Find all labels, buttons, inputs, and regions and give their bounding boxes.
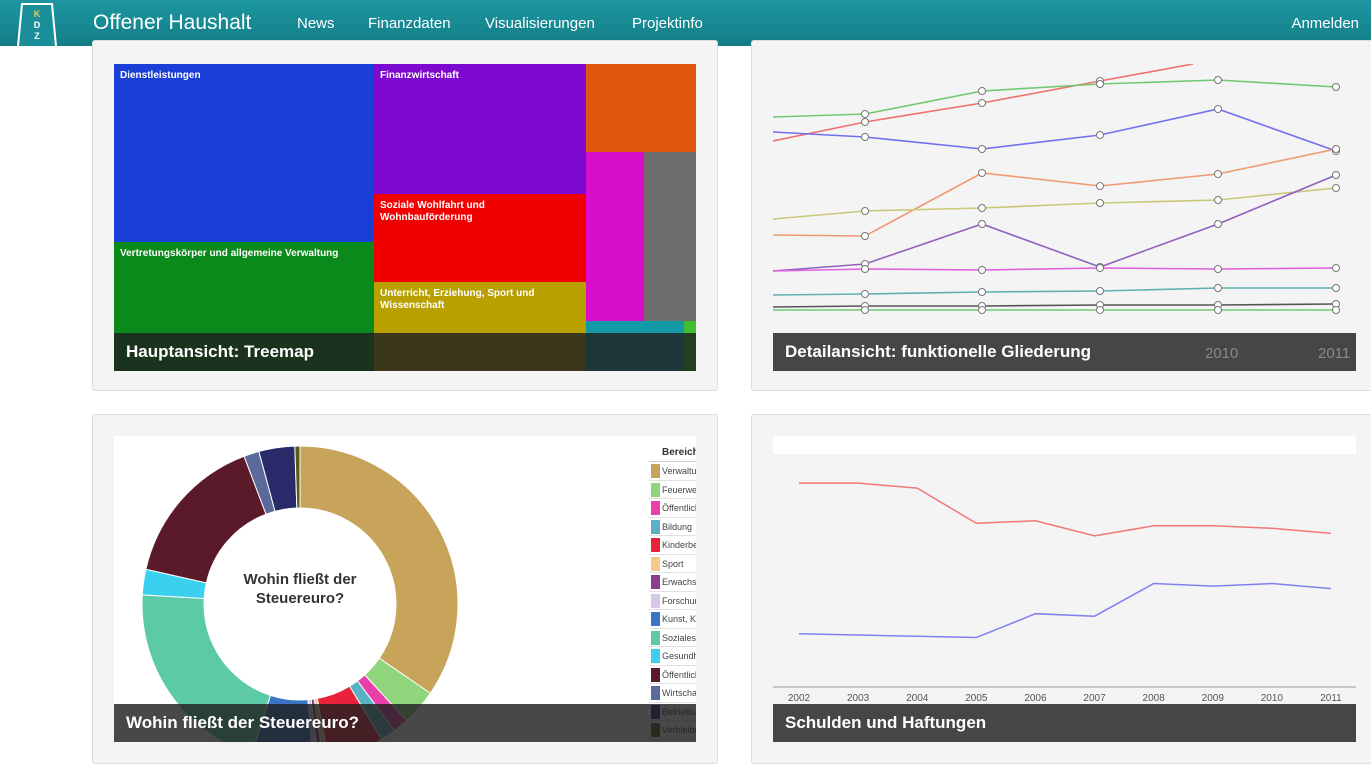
- legend-item[interactable]: Soziales: [649, 628, 696, 647]
- nav-link-news[interactable]: News: [297, 15, 335, 32]
- debt-x-tick: 2007: [1083, 693, 1106, 704]
- debt-thumbnail[interactable]: 2002 2003 2004 2005 2006 2007 2008 2009 2010 2011…: [773, 436, 1356, 742]
- legend-item[interactable]: Kinderbetreuung / Jugend: [649, 536, 696, 555]
- legend-swatch: [651, 575, 660, 589]
- detail-thumbnail[interactable]: Detailansicht: funktionelle Gliederung 2…: [773, 64, 1356, 371]
- legend-label: Kunst, Kultur und Kultus: [662, 614, 696, 624]
- legend-label: Wirtschaftsförderung: [662, 688, 696, 698]
- legend-item[interactable]: Forschung: [649, 591, 696, 610]
- legend-label: Sport: [662, 558, 684, 569]
- detail-line-pink: [773, 267, 1337, 272]
- legend-label: Soziales: [662, 632, 696, 643]
- kdz-logo[interactable]: K D Z: [12, 0, 58, 46]
- legend-item[interactable]: Öffentliche Ordnung und Sicher...: [649, 499, 696, 518]
- detail-line-green: [773, 79, 1337, 118]
- svg-text:D: D: [34, 20, 41, 30]
- legend-swatch: [651, 686, 660, 700]
- login-link[interactable]: Anmelden: [1291, 15, 1359, 32]
- detail-caption: Detailansicht: funktionelle Gliederung 2…: [773, 333, 1356, 371]
- nav-link-visualisierungen[interactable]: Visualisierungen: [485, 15, 595, 32]
- detail-x-tick: 2011: [1318, 345, 1351, 362]
- brand-title[interactable]: Offener Haushalt: [93, 11, 251, 35]
- legend-label: Kinderbetreuung / Jugend: [662, 540, 696, 550]
- legend-label: Öffentliche Ordnung und Sicher...: [662, 503, 696, 513]
- legend-label: Erwachsenenbildung: [662, 577, 696, 587]
- debt-line-chart: 2002 2003 2004 2005 2006 2007 2008 2009 2010 2011: [773, 482, 1356, 704]
- legend-swatch: [651, 667, 660, 682]
- donut-slice[interactable]: [145, 455, 267, 584]
- debt-x-tick: 2002: [788, 693, 811, 704]
- legend-label: Gesundheit: [662, 651, 696, 661]
- debt-x-tick: 2009: [1202, 693, 1225, 704]
- debt-x-tick: 2010: [1261, 693, 1284, 704]
- detail-card[interactable]: Detailansicht: funktionelle Gliederung 2…: [751, 40, 1371, 391]
- debt-card[interactable]: 2002 2003 2004 2005 2006 2007 2008 2009 2010 2011…: [751, 414, 1371, 764]
- nav-link-finanzdaten[interactable]: Finanzdaten: [368, 15, 451, 32]
- debt-x-tick: 2005: [965, 693, 988, 704]
- legend-swatch: [651, 649, 660, 663]
- detail-line-teal: [773, 287, 1336, 296]
- debt-x-tick: 2008: [1143, 693, 1166, 704]
- treemap-card[interactable]: Dienstleistungen Finanzwirtschaft Sozial…: [92, 40, 718, 391]
- debt-x-tick: 2003: [847, 693, 870, 704]
- detail-line-dark: [773, 303, 1337, 308]
- detail-caption-text: Detailansicht: funktionelle Gliederung: [785, 342, 1092, 361]
- legend-item[interactable]: Gesundheit: [649, 647, 696, 666]
- treemap-cell-orange: [586, 64, 696, 152]
- legend-label: Bildung: [662, 521, 693, 532]
- legend-swatch: [651, 630, 660, 645]
- svg-text:K: K: [34, 9, 41, 19]
- donut-card[interactable]: Wohin fließt der Steuereuro? Bereich Ver…: [92, 414, 718, 764]
- legend-swatch: [651, 519, 660, 534]
- svg-text:Z: Z: [34, 31, 40, 41]
- treemap-cell-soziale: Soziale Wohlfahrt und Wohnbauförderung: [374, 194, 586, 282]
- detail-line-olive: [773, 187, 1337, 220]
- legend-label: Öffentlicher Raum: [662, 669, 696, 680]
- legend-swatch: [651, 612, 660, 626]
- legend-swatch: [651, 593, 660, 608]
- legend-item[interactable]: Sport: [649, 554, 696, 573]
- detail-line-chart: [773, 64, 1340, 314]
- legend-item[interactable]: Verwaltung / Politik: [649, 462, 696, 481]
- legend-swatch: [651, 482, 660, 497]
- donut-caption: Wohin fließt der Steuereuro?: [114, 704, 696, 742]
- debt-line-haftungen: [798, 582, 1332, 639]
- legend-item[interactable]: Erwachsenenbildung: [649, 573, 696, 592]
- donut-legend: Bereich Verwaltung / Politik Feuerwehrwes…: [649, 444, 696, 740]
- donut-center-text: Wohin fließt der Steuereuro?: [243, 571, 357, 607]
- debt-x-tick: 2006: [1024, 693, 1047, 704]
- treemap-cell-dienstleistungen: Dienstleistungen: [114, 64, 374, 242]
- legend-swatch: [651, 501, 660, 515]
- detail-line-purple: [773, 174, 1337, 272]
- legend-swatch: [651, 538, 660, 552]
- debt-x-tick: 2004: [906, 693, 929, 704]
- treemap-thumbnail[interactable]: Dienstleistungen Finanzwirtschaft Sozial…: [114, 64, 696, 371]
- treemap-cell-gray: [644, 152, 696, 321]
- legend-item[interactable]: Öffentlicher Raum: [649, 665, 696, 684]
- legend-swatch: [651, 556, 660, 571]
- legend-swatch: [651, 464, 660, 478]
- nav-link-projektinfo[interactable]: Projektinfo: [632, 15, 703, 32]
- detail-x-tick: 2010: [1205, 345, 1239, 362]
- legend-label: Feuerwehrwesen: [662, 484, 696, 495]
- legend-item[interactable]: Kunst, Kultur und Kultus: [649, 610, 696, 629]
- detail-line-blue: [773, 108, 1337, 152]
- legend-label: Forschung: [662, 595, 696, 606]
- debt-x-tick: 2011: [1320, 693, 1342, 704]
- legend-item[interactable]: Wirtschaftsförderung: [649, 684, 696, 703]
- legend-item[interactable]: Feuerwehrwesen: [649, 480, 696, 499]
- legend-title: Bereich: [649, 444, 696, 462]
- legend-label: Verwaltung / Politik: [662, 466, 696, 476]
- debt-caption: Schulden und Haftungen: [773, 704, 1356, 742]
- treemap-cell-magenta: [586, 152, 644, 321]
- treemap-caption: Hauptansicht: Treemap: [114, 333, 696, 371]
- treemap-cell-finanzwirtschaft: Finanzwirtschaft: [374, 64, 586, 194]
- detail-line-orange: [773, 148, 1337, 237]
- debt-line-schulden: [799, 482, 1332, 537]
- legend-item[interactable]: Bildung: [649, 517, 696, 536]
- donut-thumbnail[interactable]: Wohin fließt der Steuereuro? Bereich Ver…: [114, 436, 696, 742]
